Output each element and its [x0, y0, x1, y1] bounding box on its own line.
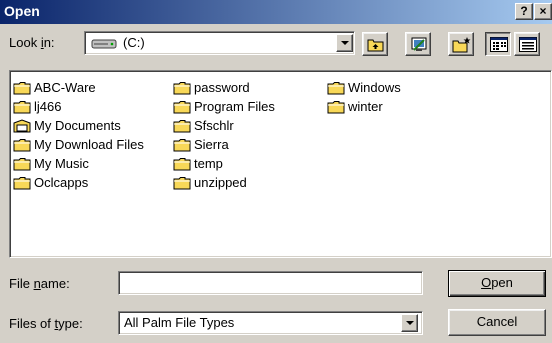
- close-button[interactable]: ×: [534, 3, 552, 20]
- folder-item-label: My Documents: [34, 118, 121, 133]
- folder-item-label: Sierra: [194, 137, 229, 152]
- cancel-button[interactable]: Cancel: [448, 309, 546, 336]
- file-name-label: File name:: [9, 276, 70, 291]
- desktop-button[interactable]: [405, 32, 431, 56]
- details-view-icon: [519, 37, 537, 52]
- look-in-combo[interactable]: (C:): [84, 31, 355, 55]
- list-view-button[interactable]: [485, 32, 511, 56]
- folder-item-label: temp: [194, 156, 223, 171]
- file-type-dropdown-arrow[interactable]: [401, 314, 418, 332]
- folder-icon: [173, 158, 191, 171]
- folder-icon: [13, 158, 31, 171]
- folder-icon: [173, 82, 191, 95]
- open-button[interactable]: Open: [448, 270, 546, 297]
- file-type-combo[interactable]: All Palm File Types: [118, 311, 423, 335]
- look-in-value: (C:): [123, 35, 145, 50]
- folder-item-label: password: [194, 80, 250, 95]
- file-list[interactable]: ABC-Ware lj466 My Documents My Download Fil…: [9, 70, 552, 258]
- folder-icon: [13, 82, 31, 95]
- folder-item-label: Program Files: [194, 99, 275, 114]
- cancel-button-label: Cancel: [476, 314, 518, 329]
- folder-icon: [13, 101, 31, 114]
- new-folder-button[interactable]: [448, 32, 474, 56]
- details-view-button[interactable]: [514, 32, 540, 56]
- file-type-label: Files of type:: [9, 316, 83, 331]
- file-name-input[interactable]: [118, 271, 423, 295]
- open-button-label: Open: [481, 275, 513, 290]
- drive-icon: [91, 39, 117, 49]
- window-title: Open: [4, 3, 40, 19]
- folder-item-label: Windows: [348, 80, 401, 95]
- folder-item-label: My Music: [34, 156, 89, 171]
- title-bar[interactable]: Open ? ×: [0, 0, 552, 24]
- folder-icon: [173, 139, 191, 152]
- new-folder-icon: [452, 37, 471, 53]
- help-button[interactable]: ?: [515, 3, 533, 20]
- folder-item-label: unzipped: [194, 175, 247, 190]
- desktop-icon: [411, 37, 427, 51]
- documents-folder-icon: [13, 119, 31, 133]
- folder-icon: [327, 101, 345, 114]
- folder-item-label: ABC-Ware: [34, 80, 96, 95]
- folder-item-label: Sfschlr: [194, 118, 234, 133]
- folder-icon: [173, 120, 191, 133]
- folder-icon: [327, 82, 345, 95]
- folder-icon: [173, 177, 191, 190]
- look-in-label: Look in:: [9, 35, 55, 50]
- up-folder-icon: [367, 39, 384, 52]
- list-view-icon: [490, 37, 508, 52]
- up-one-level-button[interactable]: [362, 32, 388, 56]
- folder-icon: [173, 101, 191, 114]
- folder-icon: [13, 139, 31, 152]
- file-type-value: All Palm File Types: [124, 315, 235, 330]
- folder-item-label: Oclcapps: [34, 175, 89, 190]
- folder-item-label: My Download Files: [34, 137, 144, 152]
- look-in-dropdown-arrow[interactable]: [336, 34, 353, 52]
- folder-item-label: winter: [348, 99, 383, 114]
- folder-icon: [13, 177, 31, 190]
- folder-item-label: lj466: [34, 99, 62, 114]
